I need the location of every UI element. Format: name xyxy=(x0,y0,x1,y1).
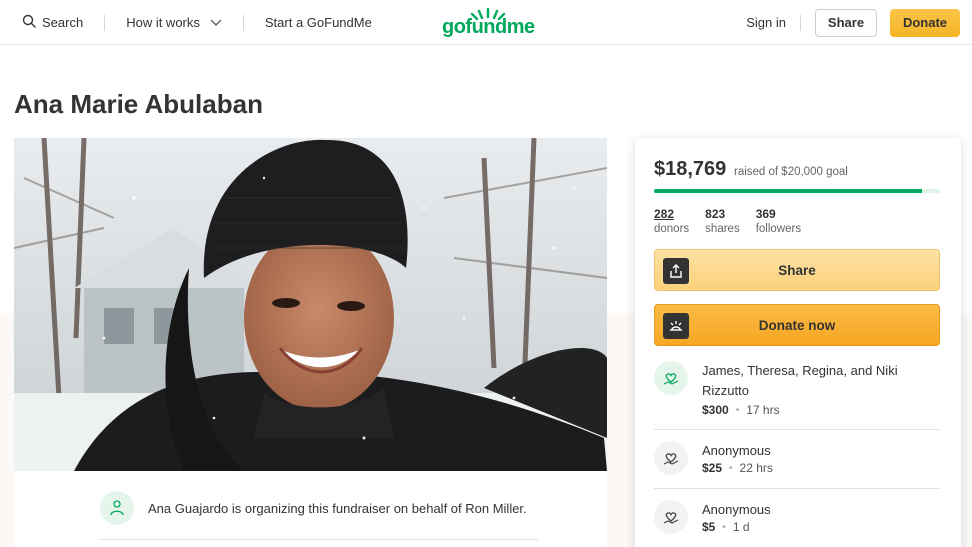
separator-dot: • xyxy=(722,521,726,533)
share-upload-icon xyxy=(663,258,689,284)
chevron-down-icon xyxy=(210,15,222,30)
stat-value: 369 xyxy=(755,207,776,221)
separator-dot: • xyxy=(729,462,733,474)
search-icon xyxy=(22,14,36,31)
donor-heart-hand-icon xyxy=(654,361,688,395)
header-donate-button[interactable]: Donate xyxy=(890,8,960,37)
donation-item: James, Theresa, Regina, and Niki Rizzutt… xyxy=(654,361,940,430)
separator-dot: • xyxy=(735,404,740,416)
stat-value: 282 xyxy=(654,207,675,221)
divider xyxy=(100,539,538,540)
search-link[interactable]: Search xyxy=(22,14,83,31)
stat-followers: 369 followers xyxy=(756,207,801,237)
page-title: Ana Marie Abulaban xyxy=(14,89,263,119)
donation-time: 17 hrs xyxy=(746,403,780,417)
donor-heart-hand-icon xyxy=(654,500,688,534)
donation-item: Anonymous $25 • 22 hrs xyxy=(654,441,940,489)
donation-item: Anonymous $5 • 1 d xyxy=(654,500,940,547)
donate-sun-icon xyxy=(663,313,689,339)
donation-meta: $300 • 17 hrs xyxy=(702,403,780,417)
donation-time: 1 d xyxy=(732,520,750,534)
donor-name: James, Theresa, Regina, and Niki Rizzutt… xyxy=(702,363,898,398)
amount-raised: $18,769 xyxy=(654,158,727,180)
divider xyxy=(654,488,940,489)
donation-amount: $25 xyxy=(702,461,723,475)
stat-label: donors xyxy=(654,223,690,235)
share-button[interactable]: Share xyxy=(654,249,940,291)
donate-now-label: Donate now xyxy=(758,317,836,333)
how-it-works-label: How it works xyxy=(126,15,200,30)
how-it-works-menu[interactable]: How it works xyxy=(126,15,222,30)
share-button-label: Share xyxy=(778,262,816,278)
donation-meta: $25 • 22 hrs xyxy=(702,461,773,475)
organizer-section: Ana Guajardo is organizing this fundrais… xyxy=(14,471,607,547)
nav-divider xyxy=(104,14,106,31)
stat-shares: 823 shares xyxy=(705,207,740,237)
progress-bar-fill xyxy=(654,189,923,193)
stat-donors[interactable]: 282 donors xyxy=(654,207,689,237)
stat-label: shares xyxy=(705,223,740,235)
stat-value: 823 xyxy=(705,207,726,221)
donation-amount: $300 xyxy=(702,403,729,417)
donor-heart-hand-icon xyxy=(654,441,688,475)
header-nav: Search How it works Start a GoFundMe xyxy=(22,0,372,45)
start-gofundme-link[interactable]: Start a GoFundMe xyxy=(265,15,372,30)
donor-name: Anonymous xyxy=(702,502,771,517)
goal-text: raised of $20,000 goal xyxy=(734,166,848,178)
organizer-text: Ana Guajardo is organizing this fundrais… xyxy=(148,501,527,516)
nav-divider xyxy=(800,14,801,31)
donation-time: 22 hrs xyxy=(739,461,773,475)
stat-label: followers xyxy=(755,223,802,235)
divider xyxy=(654,429,940,430)
gofundme-logo[interactable]: gofundme xyxy=(442,6,535,40)
campaign-hero-image xyxy=(14,138,607,471)
search-label: Search xyxy=(42,15,84,30)
sign-in-link[interactable]: Sign in xyxy=(746,15,786,30)
donation-card: $18,769 raised of $20,000 goal 282 donor… xyxy=(635,138,961,547)
logo-text: gofundme xyxy=(442,16,535,38)
donation-amount: $5 xyxy=(702,520,716,534)
donor-name: Anonymous xyxy=(702,443,771,458)
donate-now-button[interactable]: Donate now xyxy=(654,304,940,346)
progress-bar xyxy=(654,189,940,193)
start-gofundme-label: Start a GoFundMe xyxy=(264,15,372,30)
nav-divider xyxy=(242,14,244,31)
campaign-stats: 282 donors 823 shares 369 followers xyxy=(654,207,801,237)
donation-meta: $5 • 1 d xyxy=(702,520,750,534)
site-header: Search How it works Start a GoFundMe gof… xyxy=(0,0,972,45)
header-share-button[interactable]: Share xyxy=(815,8,877,37)
organizer-heart-hand-icon xyxy=(100,491,134,525)
header-actions: Sign in Share Donate xyxy=(746,0,960,45)
